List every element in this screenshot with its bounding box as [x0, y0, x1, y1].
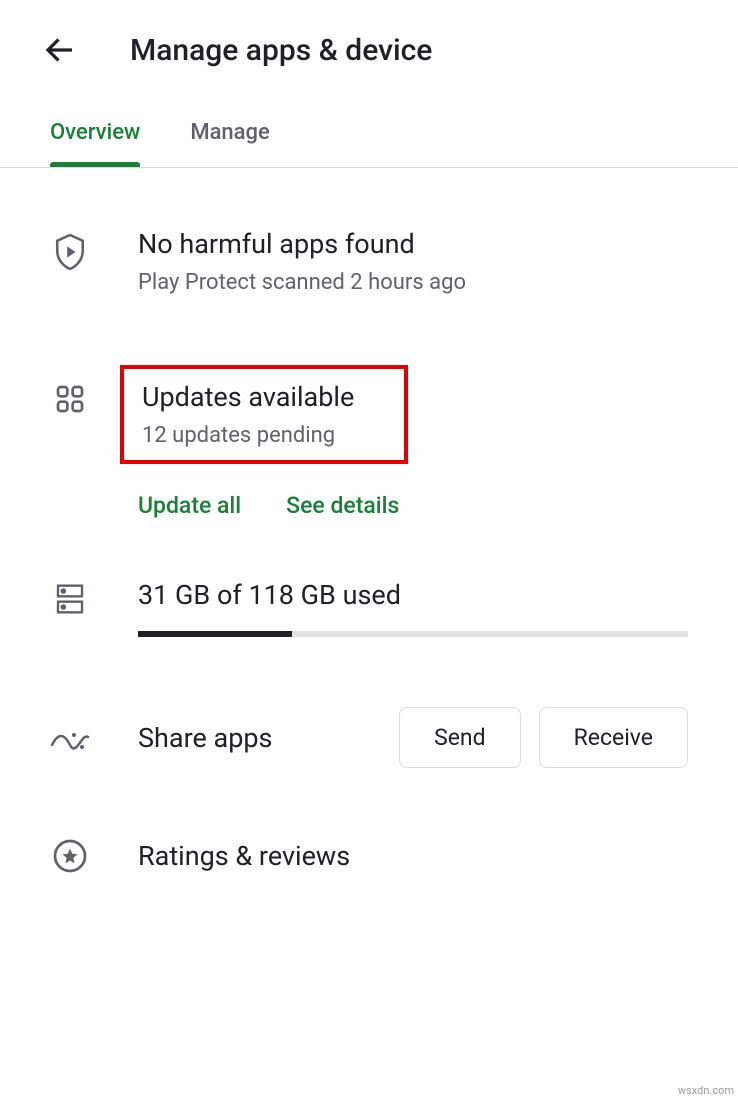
tabs: Overview Manage: [0, 100, 738, 168]
apps-grid-icon: [54, 383, 86, 415]
updates-title: Updates available: [142, 381, 354, 413]
star-circle-icon: [52, 838, 88, 874]
receive-button[interactable]: Receive: [539, 707, 688, 768]
play-protect-section[interactable]: No harmful apps found Play Protect scann…: [50, 228, 688, 295]
updates-section[interactable]: Updates available 12 updates pending Upd…: [50, 365, 688, 519]
ratings-label: Ratings & reviews: [138, 840, 350, 872]
tab-manage[interactable]: Manage: [190, 100, 269, 167]
shield-play-icon: [53, 232, 87, 272]
ratings-section[interactable]: Ratings & reviews: [50, 838, 688, 874]
storage-label: 31 GB of 118 GB used: [138, 579, 688, 611]
send-button[interactable]: Send: [399, 707, 521, 768]
storage-icon: [54, 581, 86, 617]
update-all-button[interactable]: Update all: [138, 492, 241, 519]
updates-subtitle: 12 updates pending: [142, 423, 354, 448]
share-icon: [50, 727, 90, 753]
share-apps-section: Share apps Send Receive: [50, 707, 688, 768]
tab-overview[interactable]: Overview: [50, 100, 140, 167]
share-label: Share apps: [138, 722, 351, 754]
page-title: Manage apps & device: [130, 33, 432, 68]
storage-section[interactable]: 31 GB of 118 GB used: [50, 579, 688, 637]
updates-highlight: Updates available 12 updates pending: [120, 365, 408, 464]
storage-progress: [138, 631, 688, 637]
see-details-button[interactable]: See details: [286, 492, 399, 519]
back-button[interactable]: [40, 30, 80, 70]
storage-progress-fill: [138, 631, 292, 637]
watermark: wsxdn.com: [678, 1084, 734, 1097]
arrow-left-icon: [42, 32, 78, 68]
protect-subtitle: Play Protect scanned 2 hours ago: [138, 270, 688, 295]
protect-title: No harmful apps found: [138, 228, 688, 260]
